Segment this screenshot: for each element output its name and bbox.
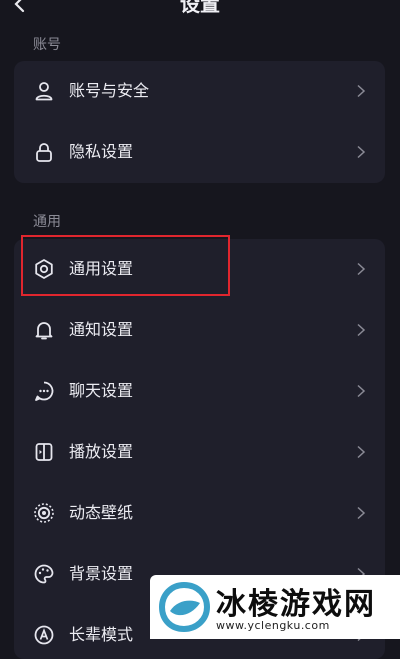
- top-bar: 设置: [0, 0, 400, 20]
- chevron-right-icon: [357, 262, 366, 276]
- settings-item-label: 账号与安全: [69, 81, 150, 100]
- settings-item-dynamic-wallpaper[interactable]: 动态壁纸: [14, 483, 385, 544]
- settings-item-label: 通用设置: [69, 259, 134, 278]
- settings-item-label: 通知设置: [69, 320, 134, 339]
- settings-item-label: 长辈模式: [69, 625, 134, 644]
- settings-item-notification[interactable]: 通知设置: [14, 300, 385, 361]
- chevron-right-icon: [357, 323, 366, 337]
- chevron-right-icon: [357, 145, 366, 159]
- settings-item-account-security[interactable]: 账号与安全: [14, 61, 385, 122]
- palette-icon: [34, 564, 54, 584]
- watermark-logo-icon: [158, 581, 210, 633]
- settings-item-label: 聊天设置: [69, 381, 134, 400]
- chevron-right-icon: [357, 384, 366, 398]
- chevron-right-icon: [357, 84, 366, 98]
- settings-item-label: 背景设置: [69, 564, 134, 583]
- settings-item-chat[interactable]: 聊天设置: [14, 361, 385, 422]
- gear-icon: [35, 259, 53, 279]
- person-icon: [35, 82, 53, 101]
- chat-icon: [35, 381, 54, 401]
- watermark-title: 冰棱游戏网: [216, 587, 376, 622]
- settings-item-label: 动态壁纸: [69, 503, 134, 522]
- chevron-right-icon: [357, 445, 366, 459]
- bell-icon: [35, 322, 53, 340]
- play-icon: [35, 443, 53, 461]
- account-card: 账号与安全 隐私设置: [14, 61, 385, 183]
- settings-item-general[interactable]: 通用设置: [14, 239, 385, 300]
- settings-item-privacy[interactable]: 隐私设置: [14, 122, 385, 183]
- watermark: 冰棱游戏网 www.yclengku.com: [150, 575, 400, 639]
- section-label-account: 账号: [33, 37, 61, 53]
- settings-item-label: 播放设置: [69, 442, 134, 461]
- elder-mode-icon: [34, 625, 54, 645]
- wallpaper-icon: [34, 503, 54, 523]
- watermark-url: www.yclengku.com: [216, 619, 330, 632]
- settings-item-label: 隐私设置: [69, 142, 134, 161]
- chevron-right-icon: [357, 506, 366, 520]
- settings-item-playback[interactable]: 播放设置: [14, 422, 385, 483]
- page-title: 设置: [180, 0, 220, 16]
- lock-icon: [36, 143, 52, 162]
- section-label-general: 通用: [33, 214, 61, 230]
